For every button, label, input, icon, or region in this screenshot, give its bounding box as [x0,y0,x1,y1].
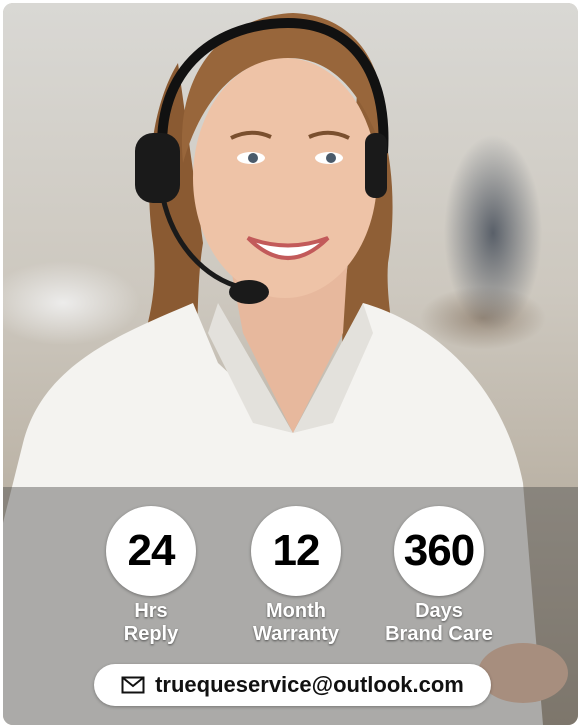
stat-brand-care-number: 360 [403,526,475,575]
stat-brand-care-label-line2: Brand Care [385,623,493,645]
stat-reply-number: 24 [127,526,176,575]
stat-reply-badge: 24 [106,506,196,596]
stat-warranty-number: 12 [272,526,321,575]
stat-reply-label-line2: Reply [123,623,179,645]
stat-brand-care: 360 Days Brand Care [364,506,514,646]
stat-warranty-label-line1: Month [266,600,326,622]
stat-reply: 24 Hrs Reply [76,506,226,646]
stat-brand-care-label-line1: Days [415,600,463,622]
contact-email-pill[interactable]: truequeservice@outlook.com [94,664,491,706]
envelope-icon [121,676,145,694]
stat-reply-label: Hrs Reply [124,600,178,646]
promo-card: 24 Hrs Reply 12 Month Warranty 360 Days … [3,3,578,725]
stat-warranty: 12 Month Warranty [221,506,371,646]
contact-email-text[interactable]: truequeservice@outlook.com [155,672,464,698]
stat-brand-care-label: Days Brand Care [385,600,493,646]
stat-warranty-badge: 12 [251,506,341,596]
stat-warranty-label-line2: Warranty [253,623,339,645]
stat-brand-care-badge: 360 [394,506,484,596]
stat-reply-label-line1: Hrs [134,600,168,622]
stat-warranty-label: Month Warranty [253,600,339,646]
